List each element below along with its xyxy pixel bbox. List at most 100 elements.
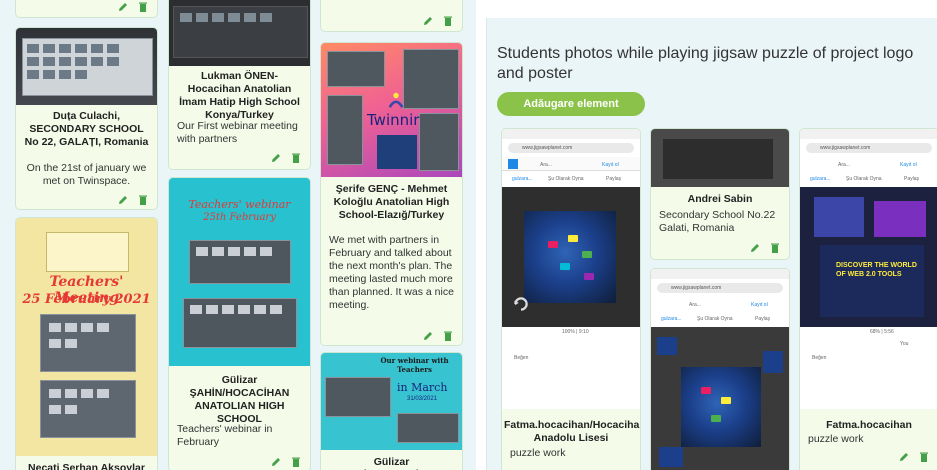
webinar-image-date: 25th February [203,212,276,223]
card-author-title: Gülizar ŞAHİN/HOCACİHAN ANATOLIAN HIGH S… [189,374,290,425]
card-description: Secondary School No.22 Galati, Romania [659,209,776,234]
puzzle-board [502,187,640,327]
pencil-icon[interactable] [117,1,129,13]
poster-text: DISCOVER THE WORLD OF WEB 2.0 TOOLS [836,262,917,278]
play-text: Şu Olarak Oyna [548,176,584,182]
card-actions [422,15,454,27]
post-card-lukman-onen[interactable]: Lukman ÖNEN-Hocacihan Anatolian İmam Hat… [168,0,311,170]
post-card-duta-culachi[interactable]: Duța Culachi, SECONDARY SCHOOL No 22, GA… [15,27,158,210]
post-card-gulizar-sahin[interactable]: Teachers' webinar 25th February Gülizar … [168,177,311,470]
webinar-screenshot [325,377,391,417]
card-actions [422,330,454,342]
puzzle-card-fatma-2[interactable]: www.jigsawplanet.com Ara... Kayıt ol gul… [799,128,937,470]
phone-screenshot: www.jigsawplanet.com Ara... Kayıt ol gul… [502,129,640,409]
card-description: Teachers' webinar in February [177,423,273,448]
post-card-march-webinar[interactable]: Our webinar with Teachers in March 31/03… [320,352,463,470]
url-text: www.jigsawplanet.com [820,145,871,151]
card-author-title: Fatma.hocacihan [826,419,912,431]
user-text: gulzara... [810,176,831,182]
trash-icon[interactable] [442,15,454,27]
section-title: Students photos while playing jigsaw puz… [497,45,914,82]
trash-icon[interactable] [290,152,302,164]
phone-screenshot: www.jigsawplanet.com Ara... Kayıt ol gul… [800,129,937,409]
share-text: Paylaş [904,176,920,182]
card-description: puzzle work [510,447,566,459]
webinar-screenshot-2 [397,413,459,443]
puzzle-card-fatma-1[interactable]: www.jigsawplanet.com Ara... Kayıt ol gul… [501,128,641,470]
meeting-screenshot-1 [40,314,136,372]
like-text: Beğen [812,355,827,361]
pencil-icon[interactable] [270,152,282,164]
card-actions [270,152,302,164]
trash-icon[interactable] [290,456,302,468]
march-image-date: 31/03/2021 [407,396,438,402]
user-text: gulzara... [661,316,682,322]
teachers-meeting-image: Teachers' Meeting 25 February 2021 [16,218,157,456]
puzzle-board: DISCOVER THE WORLD OF WEB 2.0 TOOLS [800,187,937,327]
trash-icon[interactable] [137,194,149,206]
card-author-title: Andrei Sabin [687,193,753,205]
puzzle-image [524,211,616,303]
refresh-icon[interactable] [512,295,530,313]
puzzle-card-middle-phone[interactable]: www.jigsawplanet.com Ara... Kayıt ol gul… [650,268,790,470]
march-webinar-image: Our webinar with Teachers in March 31/03… [321,353,462,450]
puzzle-board [651,327,789,470]
post-card-teachers-meeting[interactable]: Teachers' Meeting 25 February 2021 Necat… [15,217,158,470]
pencil-icon[interactable] [749,242,761,254]
you-text: You [900,341,909,347]
card-author-title: Şerife GENÇ - Mehmet Koloğlu Anatolian H… [333,183,450,221]
card-actions [117,1,149,13]
pencil-icon[interactable] [422,15,434,27]
search-placeholder: Ara... [540,162,552,168]
right-column-panel: Students photos while playing jigsaw puz… [486,18,937,470]
twinnir-collage-image: Twinnir [321,43,462,177]
like-text: Beğen [514,355,529,361]
trash-icon[interactable] [769,242,781,254]
search-placeholder: Ara... [689,302,701,308]
add-element-button[interactable]: Adăugare element [497,92,645,116]
share-text: Paylaş [606,176,622,182]
puzzle-card-andrei-sabin[interactable]: Andrei Sabin Secondary School No.22 Gala… [650,128,790,260]
play-text: Şu Olarak Oyna [697,316,733,322]
play-text: Şu Olarak Oyna [846,176,882,182]
pencil-icon[interactable] [270,456,282,468]
post-card-serife-genc[interactable]: Twinnir Şerife GENÇ - Mehmet Koloğlu Ana… [320,42,463,346]
login-text: Kayıt ol [751,302,768,308]
puzzle-photo [651,129,789,187]
pencil-icon[interactable] [422,330,434,342]
card-partial-top-3 [320,0,463,32]
url-text: www.jigsawplanet.com [671,285,722,291]
jigsaw-logo-icon [508,159,518,169]
march-image-month: in March [397,381,448,394]
card-description: Our First webinar meeting with partners [177,120,298,145]
card-author-title: Gülizar ŞAHİN/HOCACİHAN [342,456,442,470]
card-actions [898,451,930,463]
trash-icon[interactable] [137,1,149,13]
login-text: Kayıt ol [602,162,619,168]
teachers-webinar-image: Teachers' webinar 25th February [169,178,310,366]
twinnir-logo-icon [388,92,404,108]
trash-icon[interactable] [918,451,930,463]
pencil-icon[interactable] [117,194,129,206]
webinar-screenshot-2 [183,298,297,348]
video-grid [22,38,153,96]
card-author-title: Duța Culachi, SECONDARY SCHOOL No 22, GA… [24,110,149,148]
poster-thumbnail [377,135,417,169]
card-author-title: Lukman ÖNEN-Hocacihan Anatolian İmam Hat… [179,70,300,121]
webinar-screenshot-1 [189,240,291,284]
card-actions [270,456,302,468]
webinar-screenshot-image [169,0,310,66]
pencil-icon[interactable] [898,451,910,463]
phone-screenshot: www.jigsawplanet.com Ara... Kayıt ol gul… [651,269,789,470]
image-frame [46,232,129,272]
card-partial-top-1 [15,0,158,18]
card-actions [749,242,781,254]
panel-divider [476,0,486,470]
trash-icon[interactable] [442,330,454,342]
progress-text: 100% | 9:10 [562,329,589,335]
card-description: We met with partners in February and tal… [329,234,454,311]
twinnir-logo-text: Twinnir [367,111,420,129]
url-text: www.jigsawplanet.com [522,145,573,151]
march-image-title: Our webinar with Teachers [380,356,449,374]
search-placeholder: Ara... [838,162,850,168]
